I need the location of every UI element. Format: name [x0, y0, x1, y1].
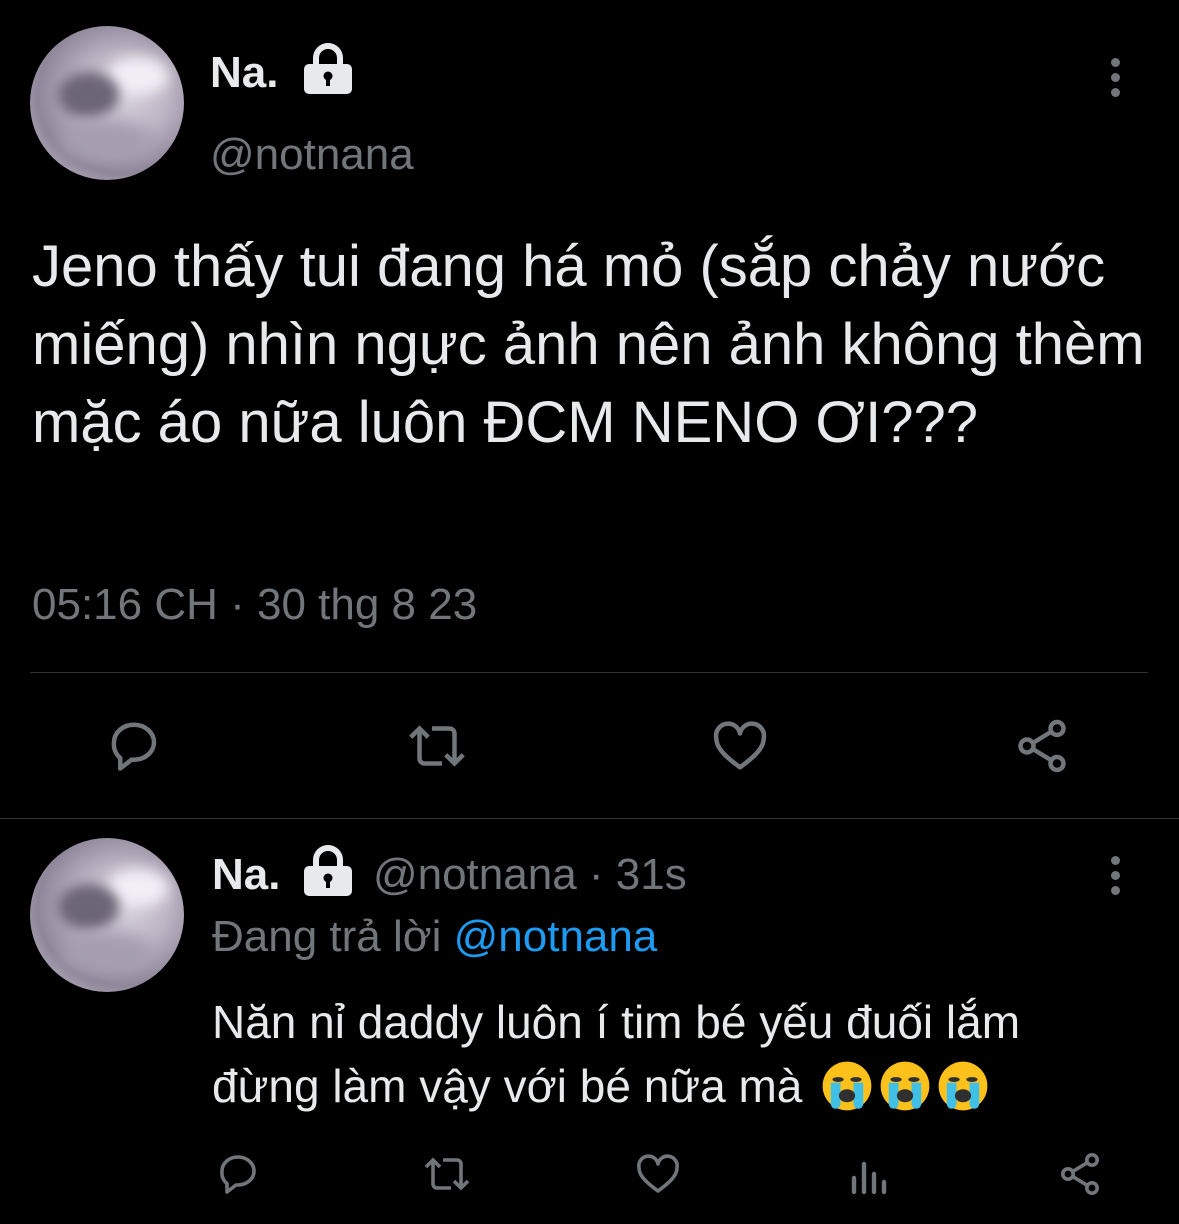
like-icon[interactable]: [634, 1150, 682, 1198]
reply-icon[interactable]: [104, 716, 164, 776]
reply-handle[interactable]: @notnana: [373, 850, 577, 899]
divider: [0, 818, 1179, 819]
mention-link[interactable]: @notnana: [454, 912, 658, 961]
lock-icon: [304, 845, 352, 896]
separator: ·: [588, 850, 604, 899]
crying-face-emoji-icon: [822, 1061, 872, 1111]
replying-to: Đang trả lời @notnana: [212, 912, 657, 962]
like-icon[interactable]: [710, 716, 770, 776]
crying-face-emoji-icon: [938, 1061, 988, 1111]
lock-icon: [304, 43, 352, 94]
reply-display-name[interactable]: Na.: [212, 850, 280, 899]
reply-text-line: đừng làm vậy với bé nữa mà: [212, 1060, 803, 1112]
user-handle[interactable]: @notnana: [210, 130, 414, 180]
reply-age[interactable]: 31s: [616, 850, 687, 899]
reply-header: Na. @notnana · 31s: [212, 850, 687, 900]
retweet-icon[interactable]: [404, 716, 470, 776]
tweet-text: Jeno thấy tui đang há mỏ (sắp chảy nước …: [32, 234, 1145, 455]
display-name[interactable]: Na.: [210, 48, 278, 98]
more-options-icon[interactable]: [1109, 856, 1121, 901]
views-icon[interactable]: [848, 1152, 892, 1196]
tweet-timestamp[interactable]: 05:16 CH · 30 thg 8 23: [32, 580, 477, 630]
reply-text-line: Năn nỉ daddy luôn í tim bé yếu đuối lắm: [212, 996, 1021, 1048]
more-options-icon[interactable]: [1109, 58, 1121, 103]
retweet-icon[interactable]: [420, 1150, 474, 1198]
divider: [30, 672, 1148, 673]
share-icon[interactable]: [1056, 1150, 1104, 1198]
reply-icon[interactable]: [214, 1150, 262, 1198]
share-icon[interactable]: [1012, 716, 1072, 776]
crying-face-emoji-icon: [880, 1061, 930, 1111]
reply-avatar[interactable]: [30, 838, 184, 992]
avatar[interactable]: [30, 26, 184, 180]
reply-text: Năn nỉ daddy luôn í tim bé yếu đuối lắm …: [212, 990, 1162, 1118]
replying-prefix: Đang trả lời: [212, 912, 442, 961]
